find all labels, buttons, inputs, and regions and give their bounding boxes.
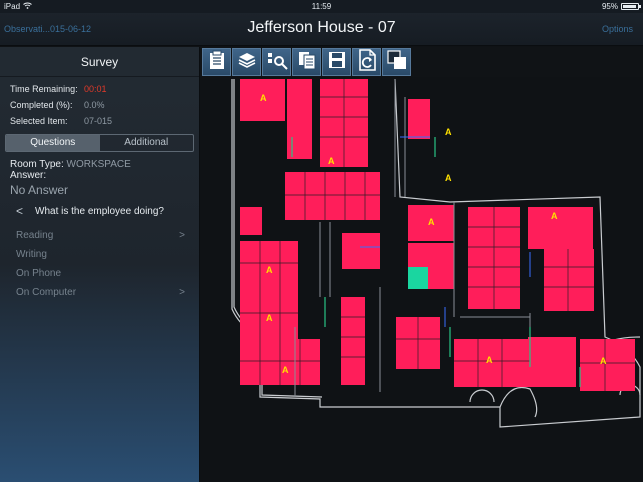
- option-writing[interactable]: Writing: [0, 245, 199, 264]
- room[interactable]: [528, 337, 576, 387]
- chevron-right-icon: >: [179, 287, 185, 298]
- copy-icon: [297, 50, 317, 75]
- option-on-computer[interactable]: On Computer >: [0, 283, 199, 302]
- room-marker: A: [260, 93, 267, 103]
- map-toolbar: [200, 47, 643, 77]
- selected-item-value: 07-015: [84, 116, 113, 126]
- segmented-tabs: Questions Additional: [5, 134, 194, 152]
- nav-bar: Observati...015-06-12 Jefferson House - …: [0, 13, 643, 46]
- tab-additional[interactable]: Additional: [100, 135, 194, 151]
- refresh-document-icon: [357, 48, 377, 76]
- save-icon: [328, 51, 346, 74]
- completed-value: 0.0%: [84, 100, 105, 110]
- room-type-label: Room Type:: [10, 159, 64, 170]
- room-marker: A: [445, 127, 452, 137]
- clipboard-icon: [208, 50, 226, 75]
- layers-icon: [237, 50, 257, 75]
- stat-time-remaining: Time Remaining: 00:01: [10, 84, 107, 94]
- option-reading[interactable]: Reading >: [0, 226, 199, 245]
- stat-completed: Completed (%): 0.0%: [10, 100, 105, 110]
- floor-plan-svg[interactable]: A A A A A A A A A A A: [200, 77, 643, 482]
- room[interactable]: [544, 249, 594, 311]
- answer-options: Reading > Writing On Phone On Computer >: [0, 226, 199, 302]
- survey-stats: Time Remaining: 00:01 Completed (%): 0.0…: [0, 77, 199, 129]
- option-on-phone[interactable]: On Phone: [0, 264, 199, 283]
- room-marker: A: [266, 265, 273, 275]
- room-type-value: WORKSPACE: [66, 159, 131, 170]
- options-button[interactable]: Options: [602, 24, 633, 34]
- room-marker: A: [328, 156, 335, 166]
- room-marker: A: [428, 217, 435, 227]
- room[interactable]: [341, 297, 365, 385]
- chevron-right-icon: >: [179, 230, 185, 241]
- floor-plan-map[interactable]: A A A A A A A A A A A: [200, 77, 643, 482]
- room-info: Room Type: WORKSPACE Answer: No Answer: [0, 152, 199, 197]
- room-marker: A: [486, 355, 493, 365]
- answer-value: No Answer: [10, 183, 69, 197]
- room-marker: A: [266, 313, 273, 323]
- answer-label: Answer:: [10, 170, 47, 181]
- room[interactable]: [342, 233, 380, 269]
- survey-sidebar: Survey Time Remaining: 00:01 Completed (…: [0, 47, 200, 482]
- time-remaining-value: 00:01: [84, 84, 107, 94]
- sidebar-title: Survey: [0, 47, 199, 77]
- room[interactable]: [580, 339, 635, 391]
- refresh-document-button[interactable]: [352, 48, 381, 76]
- tab-questions[interactable]: Questions: [6, 135, 100, 151]
- room[interactable]: [408, 99, 430, 139]
- save-button[interactable]: [322, 48, 351, 76]
- page-title: Jefferson House - 07: [247, 19, 396, 36]
- room[interactable]: [287, 79, 312, 159]
- room[interactable]: [528, 207, 593, 249]
- room-marker: A: [600, 356, 607, 366]
- rooms: [240, 79, 635, 391]
- layers-button[interactable]: [232, 48, 261, 76]
- room-marker: A: [282, 365, 289, 375]
- copy-button[interactable]: [292, 48, 321, 76]
- room-marker: A: [445, 173, 452, 183]
- battery-icon: [621, 3, 641, 10]
- question-back-button[interactable]: <: [16, 204, 23, 218]
- room[interactable]: [240, 207, 262, 235]
- question-row: < What is the employee doing?: [0, 197, 199, 218]
- overlap-squares-icon: [386, 49, 407, 75]
- legend-key-button[interactable]: [262, 48, 291, 76]
- question-text: What is the employee doing?: [35, 205, 164, 217]
- room[interactable]: [285, 172, 380, 220]
- battery-percent: 95%: [601, 2, 618, 11]
- selected-room[interactable]: [408, 267, 428, 289]
- stat-selected-item: Selected Item: 07-015: [10, 116, 113, 126]
- key-icon: [266, 50, 288, 75]
- status-bar: iPad 11:59 95%: [0, 0, 643, 13]
- overlap-button[interactable]: [382, 48, 411, 76]
- clipboard-button[interactable]: [202, 48, 231, 76]
- room-marker: A: [551, 211, 558, 221]
- status-time: 11:59: [311, 2, 332, 11]
